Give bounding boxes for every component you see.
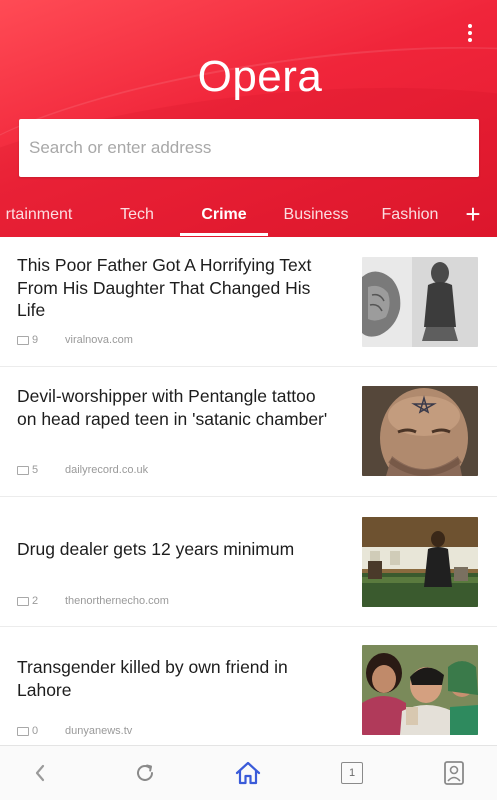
news-card[interactable]: Transgender killed by own friend in Laho… — [0, 627, 497, 745]
news-card[interactable]: Devil-worshipper with Pentangle tattoo o… — [0, 367, 497, 497]
comment-count: 9 — [17, 334, 57, 346]
news-feed: This Poor Father Got A Horrifying Text F… — [0, 237, 497, 745]
comment-icon — [17, 596, 29, 606]
reload-icon — [137, 764, 153, 781]
mourners-image — [362, 645, 478, 735]
news-source: dailyrecord.co.uk — [65, 464, 149, 476]
news-title[interactable]: Transgender killed by own friend in Laho… — [17, 656, 335, 701]
comment-icon — [17, 335, 29, 345]
news-thumbnail[interactable] — [362, 517, 478, 607]
tab-tech[interactable]: Tech — [101, 204, 173, 226]
comment-count: 0 — [17, 725, 57, 737]
header: Opera rtainment Tech Crime Business Fash… — [0, 0, 497, 237]
search-bar — [2, 110, 480, 200]
reload-button[interactable] — [130, 758, 160, 788]
news-title[interactable]: Devil-worshipper with Pentangle tattoo o… — [17, 385, 335, 430]
news-meta: 5 dailyrecord.co.uk — [17, 463, 148, 477]
vertical-dots-icon — [468, 24, 472, 28]
category-tabs: rtainment Tech Crime Business Fashion + — [0, 200, 497, 237]
comment-icon — [17, 465, 29, 475]
search-input[interactable] — [19, 119, 479, 177]
add-tab-button[interactable]: + — [462, 201, 484, 227]
menu-button[interactable] — [462, 20, 478, 46]
account-button[interactable] — [439, 758, 469, 788]
courtroom-image — [362, 517, 478, 607]
news-card[interactable]: Drug dealer gets 12 years minimum 2 then… — [0, 497, 497, 627]
news-thumbnail[interactable] — [362, 257, 478, 347]
news-card[interactable]: This Poor Father Got A Horrifying Text F… — [0, 237, 497, 367]
tabs-button[interactable]: 1 — [337, 758, 367, 788]
father-hand-image — [362, 257, 478, 347]
tab-entertainment[interactable]: rtainment — [0, 204, 80, 226]
opera-logo: Opera — [197, 52, 323, 101]
news-thumbnail[interactable] — [362, 386, 478, 476]
tab-business[interactable]: Business — [268, 204, 364, 226]
news-source: thenorthernecho.com — [65, 595, 169, 607]
comment-count: 2 — [17, 595, 57, 607]
home-button[interactable] — [233, 758, 263, 788]
back-arrow-icon — [35, 764, 45, 782]
account-icon — [444, 761, 464, 785]
tab-crime[interactable]: Crime — [184, 204, 264, 226]
active-tab-indicator — [180, 233, 268, 236]
news-meta: 2 thenorthernecho.com — [17, 594, 169, 608]
comment-count: 5 — [17, 464, 57, 476]
news-source: viralnova.com — [65, 334, 133, 346]
news-meta: 9 viralnova.com — [17, 333, 133, 347]
news-title[interactable]: This Poor Father Got A Horrifying Text F… — [17, 254, 335, 322]
tab-fashion[interactable]: Fashion — [372, 204, 448, 226]
plus-icon: + — [465, 199, 481, 229]
back-button[interactable] — [25, 758, 55, 788]
news-meta: 0 dunyanews.tv — [17, 724, 132, 738]
comment-icon — [17, 726, 29, 736]
news-thumbnail[interactable] — [362, 645, 478, 735]
bottom-navigation-bar: 1 — [0, 745, 497, 800]
news-title[interactable]: Drug dealer gets 12 years minimum — [17, 538, 335, 561]
home-icon — [235, 761, 261, 785]
tattooed-man-image — [362, 386, 478, 476]
tabs-counter-icon: 1 — [341, 762, 363, 784]
news-source: dunyanews.tv — [65, 725, 133, 737]
